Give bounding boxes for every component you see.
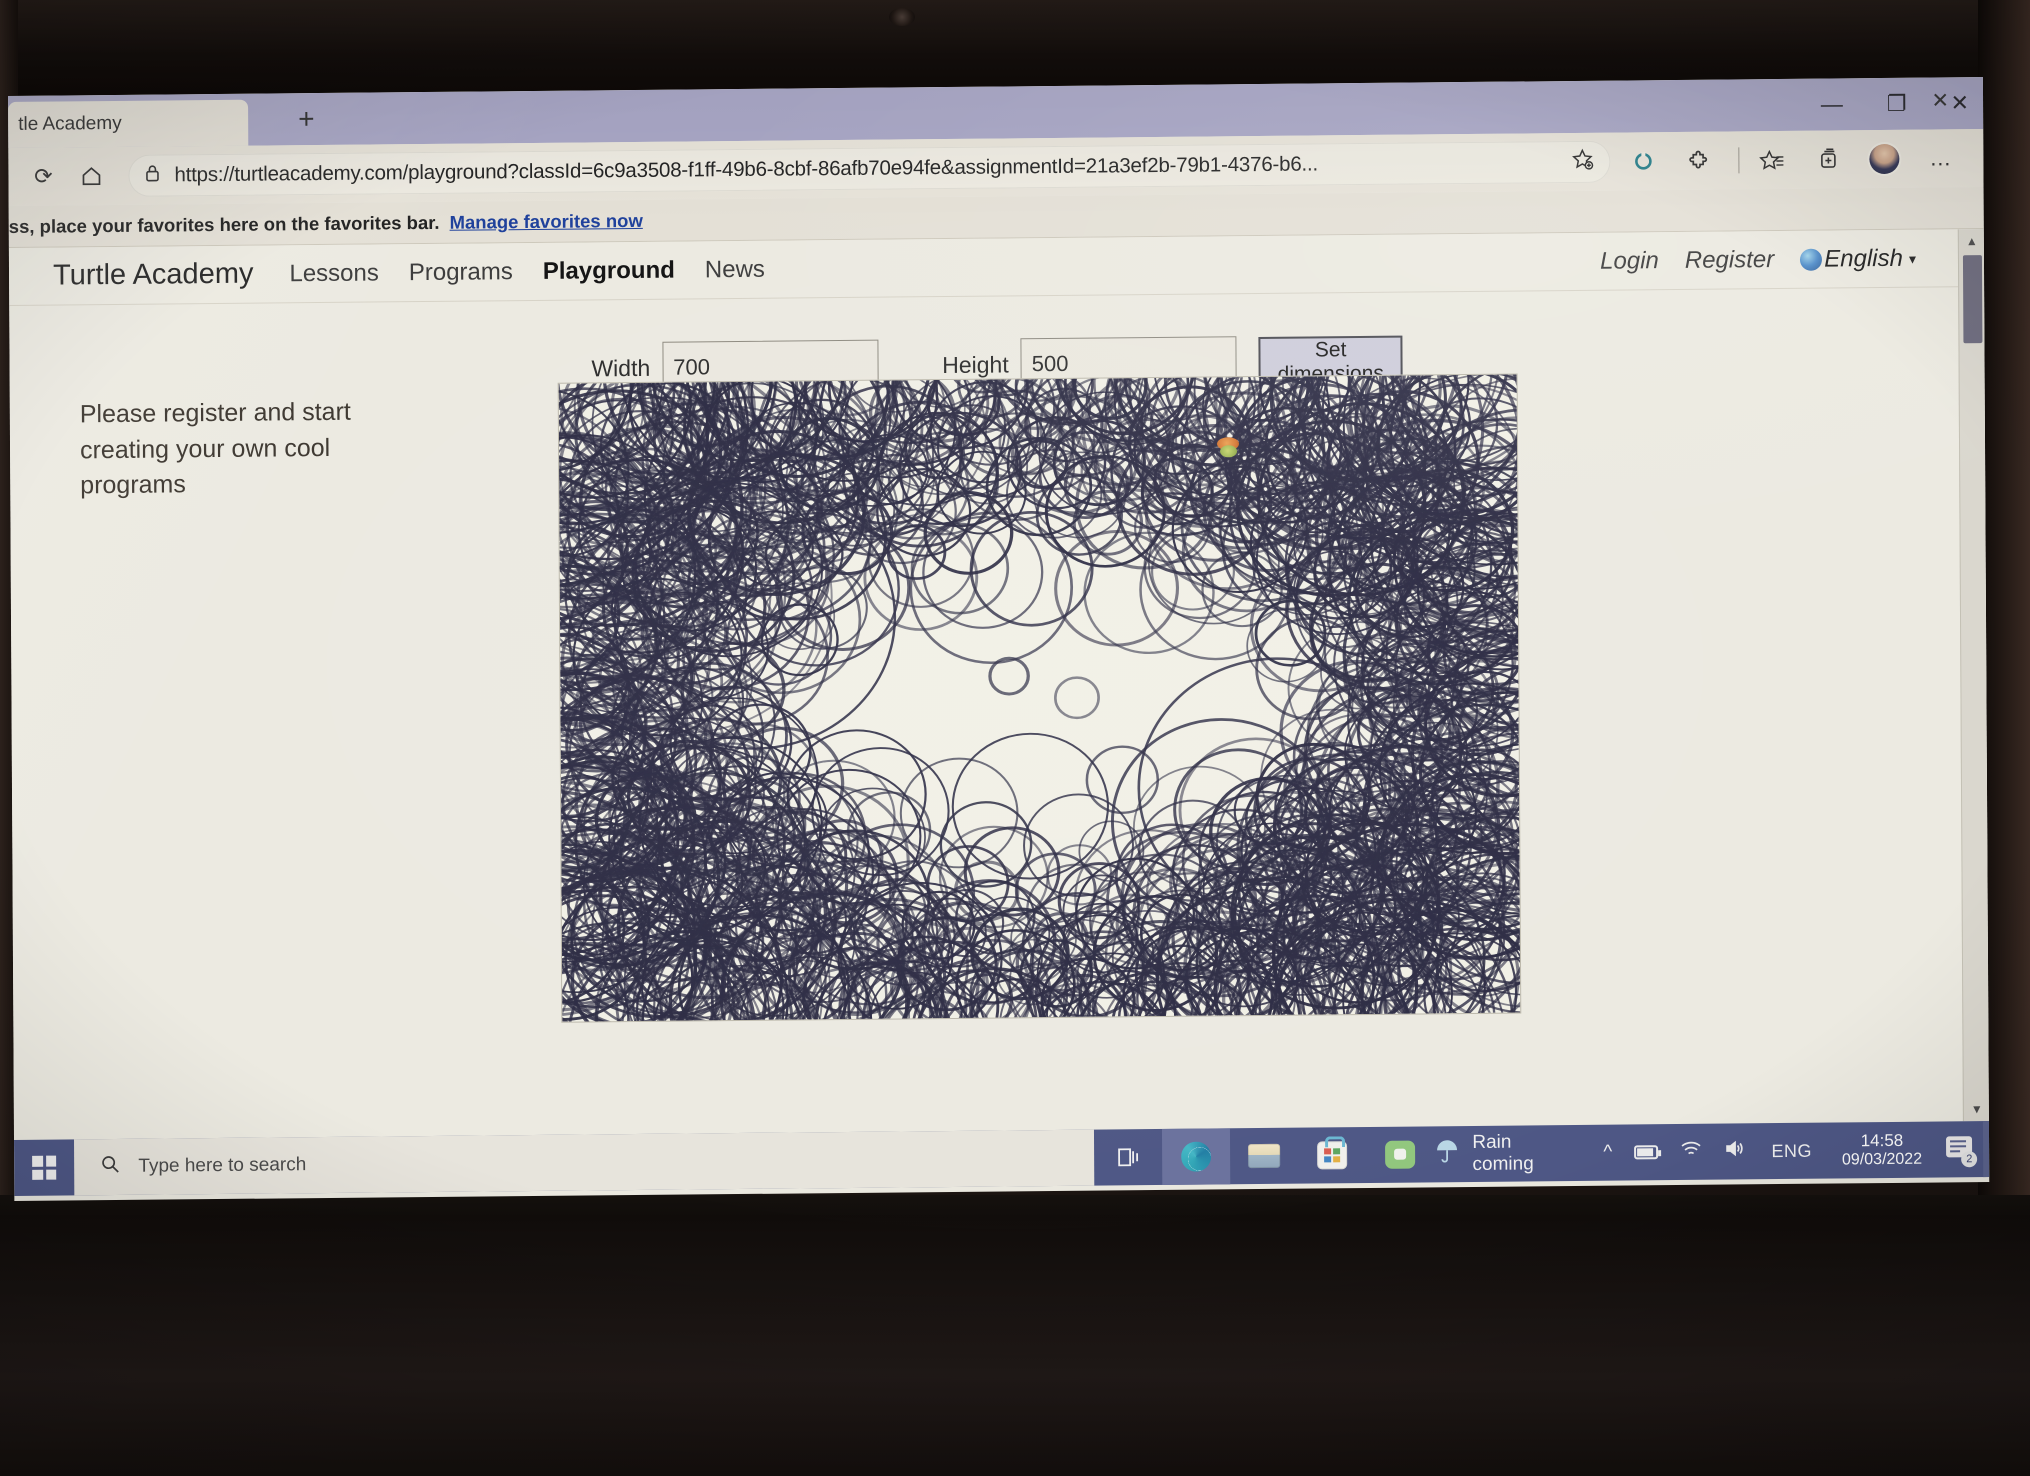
language-label: English: [1824, 244, 1903, 273]
nav-link-news[interactable]: News: [705, 255, 765, 284]
window-controls: — ❐ ✕: [1821, 77, 1969, 130]
chat-icon: [1385, 1140, 1416, 1169]
laptop-screen: tle Academy ✕ + — ❐ ✕ ⟳ https://turtleac…: [8, 77, 1990, 1201]
notification-count: 2: [1961, 1151, 1978, 1168]
extensions-icon[interactable]: [1676, 140, 1722, 182]
taskbar-search[interactable]: Type here to search: [74, 1129, 1095, 1196]
manage-favorites-link[interactable]: Manage favorites now: [449, 209, 642, 233]
webcam: [889, 8, 915, 26]
sync-icon[interactable]: [1620, 140, 1666, 182]
tab-title: tle Academy: [18, 112, 122, 135]
height-label: Height: [942, 350, 1009, 378]
page-scrollbar[interactable]: ▲ ▼: [1957, 229, 1989, 1122]
taskbar-app-microsoft-edge[interactable]: [1162, 1128, 1231, 1185]
taskbar-app-chat[interactable]: [1366, 1126, 1434, 1183]
new-tab-icon[interactable]: +: [298, 103, 315, 134]
minimize-icon[interactable]: —: [1821, 91, 1843, 116]
restore-icon[interactable]: ❐: [1887, 91, 1907, 116]
clock-date: 09/03/2022: [1841, 1150, 1923, 1169]
url-text: https://turtleacademy.com/playground?cla…: [174, 152, 1319, 187]
search-icon: [100, 1154, 120, 1180]
register-prompt-text: Please register and start creating your …: [79, 397, 351, 500]
volume-icon[interactable]: [1724, 1139, 1746, 1163]
weather-widget[interactable]: Rain coming: [1434, 1131, 1566, 1176]
register-link[interactable]: Register: [1685, 246, 1775, 275]
taskbar-app-microsoft-store[interactable]: [1298, 1127, 1366, 1184]
language-selector[interactable]: English ▾: [1800, 245, 1916, 274]
notification-icon[interactable]: 2: [1944, 1134, 1978, 1168]
browser-tab[interactable]: tle Academy: [8, 99, 249, 148]
taskbar-clock[interactable]: 14:58 09/03/2022: [1842, 1131, 1922, 1170]
scroll-down-arrow[interactable]: ▼: [1964, 1097, 1989, 1121]
show-desktop-button[interactable]: [1983, 1121, 1990, 1178]
tray-overflow-icon[interactable]: ^: [1603, 1142, 1612, 1164]
settings-more-icon[interactable]: …: [1917, 137, 1963, 179]
scroll-up-arrow[interactable]: ▲: [1959, 229, 1985, 253]
toolbar-right-icons: …: [1620, 137, 1969, 182]
turtle-canvas[interactable]: [557, 373, 1522, 1023]
clock-time: 14:58: [1860, 1130, 1904, 1151]
refresh-icon[interactable]: ⟳: [22, 155, 64, 197]
globe-icon: [1800, 248, 1823, 271]
store-icon: [1317, 1141, 1348, 1170]
site-nav-right: Login Register English ▾: [1600, 230, 1916, 291]
home-icon[interactable]: [70, 155, 112, 197]
lock-icon: [144, 163, 160, 188]
start-button[interactable]: [14, 1139, 75, 1196]
folder-icon: [1248, 1143, 1281, 1169]
login-link[interactable]: Login: [1600, 247, 1659, 276]
address-bar[interactable]: https://turtleacademy.com/playground?cla…: [128, 140, 1611, 197]
umbrella-icon: [1434, 1138, 1460, 1171]
favorites-icon[interactable]: [1749, 139, 1795, 181]
search-placeholder: Type here to search: [138, 1154, 307, 1177]
language-indicator[interactable]: ENG: [1771, 1140, 1812, 1161]
site-brand[interactable]: Turtle Academy: [53, 258, 254, 293]
wifi-icon[interactable]: [1680, 1140, 1702, 1164]
windows-logo-icon: [32, 1155, 57, 1180]
taskbar-app-file-explorer[interactable]: [1230, 1128, 1298, 1185]
window-close-icon[interactable]: ✕: [1951, 90, 1970, 115]
turtle-drawing: [558, 374, 1521, 1022]
nav-link-programs[interactable]: Programs: [409, 258, 513, 287]
scrollbar-thumb[interactable]: [1962, 255, 1983, 344]
edge-icon: [1181, 1141, 1212, 1172]
favorites-bar-text: ss, place your favorites here on the fav…: [8, 211, 440, 237]
system-tray: Rain coming ^ ENG 14:58 09/03/2022 2: [1434, 1127, 1983, 1176]
nav-link-lessons[interactable]: Lessons: [289, 259, 379, 288]
laptop-photo: tle Academy ✕ + — ❐ ✕ ⟳ https://turtleac…: [0, 0, 2030, 1476]
task-view-icon[interactable]: [1094, 1129, 1162, 1186]
battery-icon[interactable]: [1634, 1145, 1659, 1160]
add-favorite-icon[interactable]: [1570, 147, 1594, 177]
laptop-deck: DELL: [0, 1215, 2030, 1476]
weather-text: Rain coming: [1472, 1131, 1534, 1175]
taskbar-apps: [1094, 1126, 1434, 1185]
avatar[interactable]: [1861, 138, 1907, 180]
chevron-down-icon: ▾: [1908, 250, 1916, 267]
collections-icon[interactable]: [1805, 138, 1851, 180]
nav-link-playground[interactable]: Playground: [543, 256, 675, 285]
width-label: Width: [591, 354, 651, 381]
toolbar-divider: [1738, 147, 1740, 174]
web-page: Turtle Academy Lessons Programs Playgrou…: [8, 229, 1989, 1140]
profile-avatar-image: [1869, 143, 1900, 175]
